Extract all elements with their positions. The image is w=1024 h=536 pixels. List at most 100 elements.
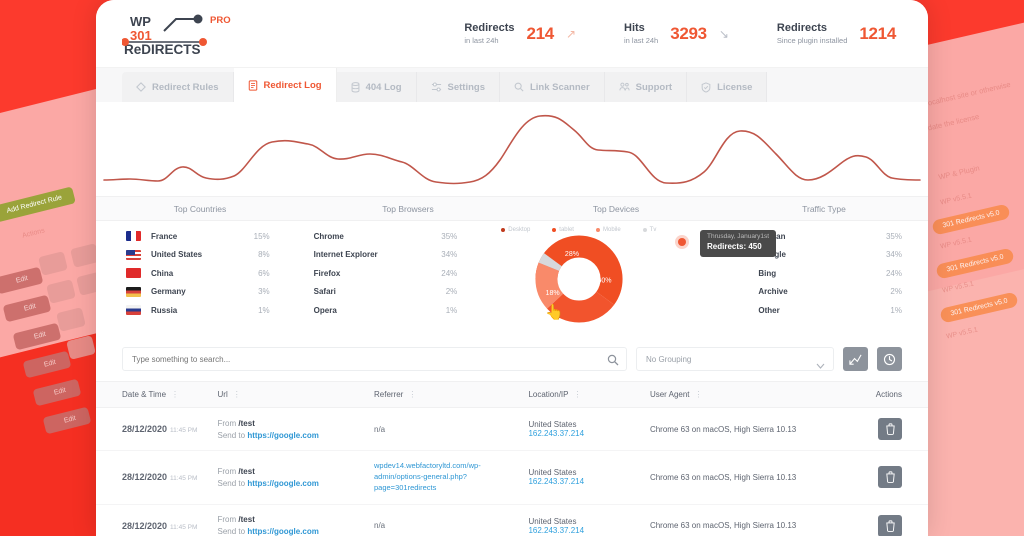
tab-404-log[interactable]: 404 Log [336,72,417,102]
stats-panels: France 15% United States 8% China 6% Ger… [96,221,928,337]
tab-link-scanner[interactable]: Link Scanner [499,72,605,102]
referrer-value[interactable]: wpdev14.webfactoryltd.com/wp-admin/optio… [374,461,528,494]
tab-label: Redirect Rules [152,81,219,93]
traffic-name: Archive [758,287,788,297]
history-button[interactable] [877,347,902,371]
from-value: /test [238,466,255,476]
column-header-date[interactable]: Date & Time ⋮ [96,381,218,408]
cell-user-agent: Chrome 63 on macOS, High Sierra 10.13 [649,504,856,536]
panel-headers: Top Countries Top Browsers Top Devices T… [96,197,928,221]
tab-settings[interactable]: Settings [416,72,500,102]
browser-name: Chrome [313,231,344,241]
panel-top-browsers: Chrome 35% Internet Explorer 34% Firefox… [292,227,480,337]
cell-actions [855,450,928,505]
browser-name: Opera [313,305,337,315]
tab-license[interactable]: License [687,72,768,102]
cell-location: United States 162.243.37.214 [528,450,650,505]
search-icon[interactable] [607,353,619,371]
tab-label: 404 Log [365,81,402,93]
table-header-row: Date & Time ⋮ Url ⋮ Referrer ⋮ Location/IP ⋮… [96,381,928,408]
devices-donut-chart: Desktop tablet Mobile Tv 60% 28% 18% 👆 [501,227,656,323]
country-name: United States [151,250,203,260]
traffic-name: Bing [758,268,777,278]
legend-label: Desktop [508,227,531,233]
list-item: Firefox 24% [314,264,458,283]
sendto-value[interactable]: https://google.com [247,527,319,536]
column-header-location[interactable]: Location/IP ⋮ [528,381,650,408]
search-input[interactable] [122,347,627,371]
chart-hover-point [678,238,686,246]
location-country: United States [528,420,577,429]
people-icon [619,82,630,91]
diamond-icon [136,82,146,92]
tab-redirect-log[interactable]: Redirect Log [233,68,337,102]
svg-text:PRO: PRO [210,15,231,26]
chart-svg [103,114,921,185]
stat-hits-24h: Hits in last 24h 3293 ↘ [624,22,729,46]
column-header-url[interactable]: Url ⋮ [217,381,374,408]
cell-referrer: n/a [374,407,529,451]
cell-url: From /test Send to https://google.com [217,407,374,451]
stat-title: Hits [624,21,645,34]
cell-user-agent: Chrome 63 on macOS, High Sierra 10.13 [649,407,856,451]
country-name: China [151,268,174,278]
list-item: China 6% [126,264,270,283]
export-button[interactable] [843,347,868,371]
tab-support[interactable]: Support [604,72,688,102]
location-ip[interactable]: 162.243.37.214 [528,477,650,486]
row-time: 11:45 PM [170,523,198,531]
trend-down-icon: ↘ [718,26,729,41]
cell-location: United States 162.243.37.214 [528,407,650,451]
column-header-user-agent[interactable]: User Agent ⋮ [649,381,856,408]
cell-actions [855,504,928,536]
list-item: Internet Explorer 34% [314,246,458,265]
browser-pct: 35% [441,231,458,241]
browser-pct: 1% [445,305,458,315]
tab-label: Redirect Log [263,79,322,91]
cell-actions [855,407,928,451]
browser-pct: 2% [445,287,458,297]
donut-label-tablet: 18% [545,290,559,297]
cell-location: United States 162.243.37.214 [528,504,650,536]
list-item: Google 34% [758,246,902,265]
delete-icon [885,471,895,484]
donut-label-desktop: 28% [565,251,579,258]
screenshot-root: Add Redirect Rule Actions Edit Edit Edit… [0,0,1024,536]
cell-date: 28/12/2020 11:45 PM [96,504,218,536]
delete-button[interactable] [878,514,902,536]
tab-redirect-rules[interactable]: Redirect Rules [122,72,234,102]
panel-header-top-countries: Top Countries [173,204,227,214]
delete-button[interactable] [878,466,902,489]
list-item: Opera 1% [314,301,458,320]
sendto-value[interactable]: https://google.com [247,431,319,440]
sort-icon: ⋮ [694,390,703,399]
sendto-value[interactable]: https://google.com [247,479,319,488]
flag-cn-icon [126,268,141,279]
list-item: Other 1% [758,301,902,320]
stat-value: 214 [526,23,554,43]
list-item: Germany 3% [126,283,270,302]
stat-title: Redirects [776,21,828,34]
country-name: Russia [151,305,178,315]
tab-label: License [717,81,753,93]
svg-text:WP: WP [130,14,151,29]
stat-subtitle: in last 24h [464,35,499,45]
delete-button[interactable] [878,418,902,440]
browser-pct: 24% [441,268,458,278]
location-ip[interactable]: 162.243.37.214 [528,526,650,535]
column-header-referrer[interactable]: Referrer ⋮ [374,381,529,408]
cell-user-agent: Chrome 63 on macOS, High Sierra 10.13 [649,450,856,505]
list-item: France 15% [126,227,270,246]
sendto-label: Send to [217,478,246,488]
panel-header-top-devices: Top Devices [592,204,640,214]
tooltip-value: Redirects: 450 [707,241,762,251]
country-pct: 15% [253,231,270,241]
traffic-pct: 1% [890,305,902,315]
country-pct: 6% [258,268,270,278]
grouping-select[interactable]: No Grouping Group by Url Group by Date G… [636,347,834,371]
redirect-log-table: Date & Time ⋮ Url ⋮ Referrer ⋮ Location/IP ⋮… [96,381,928,536]
location-ip[interactable]: 162.243.37.214 [528,429,650,438]
location-country: United States [528,516,577,526]
traffic-name: Google [758,250,886,259]
search-box [122,347,627,371]
